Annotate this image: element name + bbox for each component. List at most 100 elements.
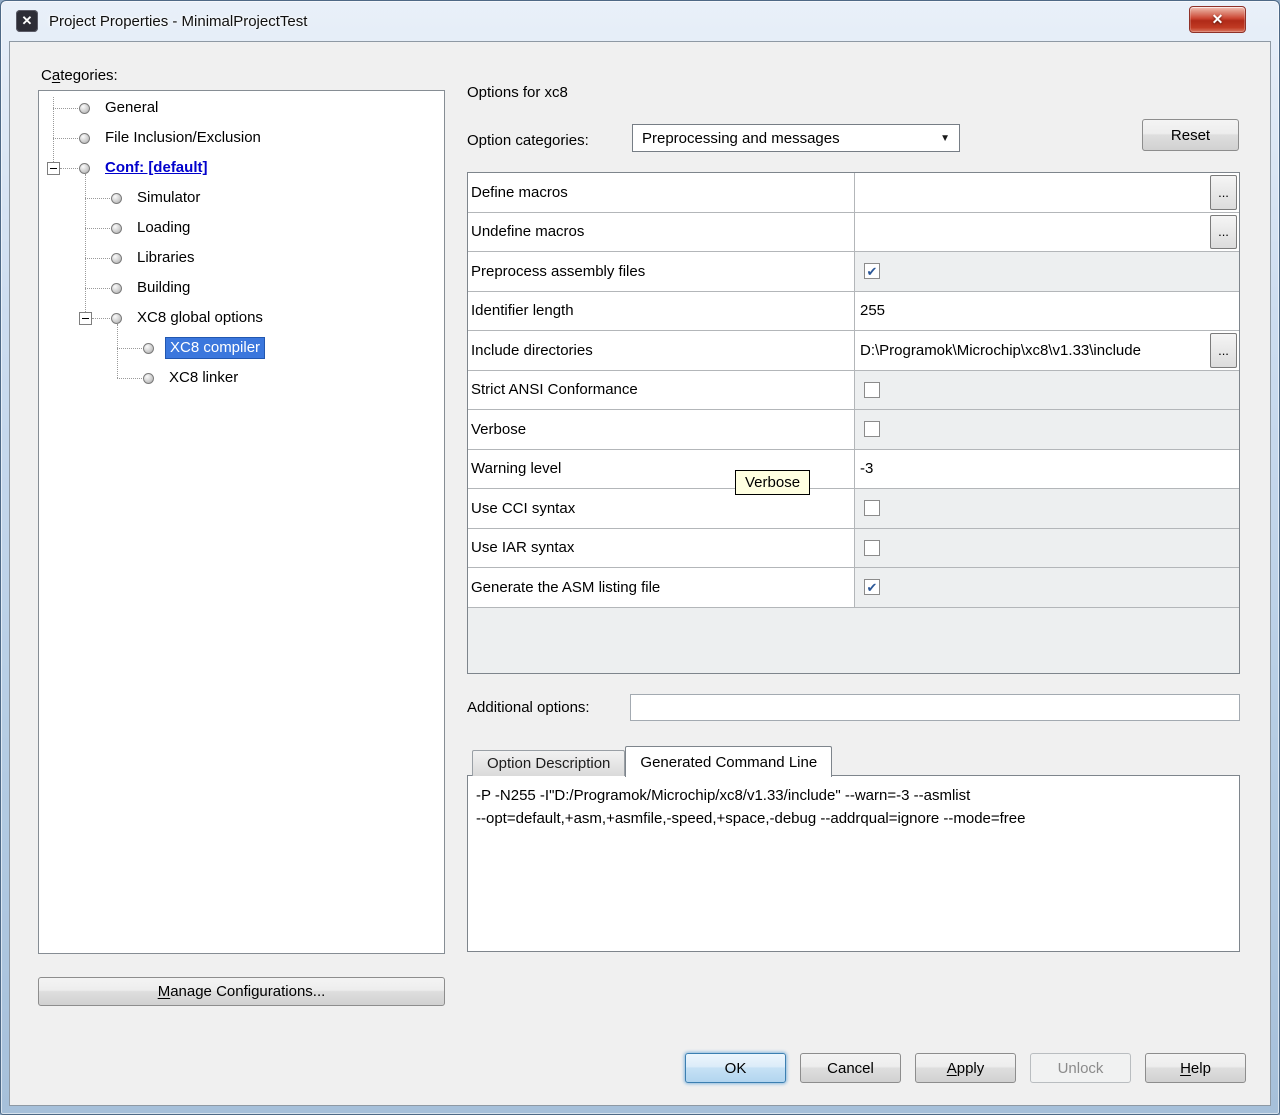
option-row-undefine-macros: Undefine macros... xyxy=(468,212,1239,252)
tree-node-icon xyxy=(79,163,90,174)
option-row-identifier-length: Identifier length 255 xyxy=(468,291,1239,331)
verbose-tooltip: Verbose xyxy=(735,470,811,495)
tree-item-label: Loading xyxy=(137,219,191,237)
app-icon: ✕ xyxy=(16,10,38,32)
manage-configurations-button[interactable]: Manage Configurations... xyxy=(38,977,445,1006)
categories-label: Categories: xyxy=(41,67,118,84)
checkbox-unchecked-icon[interactable] xyxy=(864,381,880,398)
option-value-cell: ✔ xyxy=(855,252,1239,291)
browse-button[interactable]: ... xyxy=(1210,214,1237,249)
option-text-input[interactable]: -3 xyxy=(855,449,1239,488)
cancel-button[interactable]: Cancel xyxy=(800,1053,901,1083)
titlebar[interactable]: ✕ Project Properties - MinimalProjectTes… xyxy=(1,1,1279,41)
tree-item-xc8-global-options[interactable]: XC8 global options xyxy=(39,303,444,333)
option-value-cell: ... xyxy=(855,173,1239,212)
option-row-verbose: Verbose xyxy=(468,410,1239,450)
tree-connector-line xyxy=(117,378,144,379)
help-button[interactable]: Help xyxy=(1145,1053,1246,1083)
tree-item-file-inclusion-exclusion[interactable]: File Inclusion/Exclusion xyxy=(39,123,444,153)
dialog-content: Categories: General File Inclusion/Exclus… xyxy=(9,41,1271,1106)
option-label: Verbose xyxy=(468,410,855,449)
apply-button[interactable]: Apply xyxy=(915,1053,1016,1083)
output-tabs: Option Description Generated Command Line xyxy=(472,745,833,777)
option-row-define-macros: Define macros... xyxy=(468,173,1239,213)
option-text-input[interactable] xyxy=(855,212,1208,251)
command-line-output[interactable]: -P -N255 -I"D:/Programok/Microchip/xc8/v… xyxy=(467,775,1240,952)
browse-button[interactable]: ... xyxy=(1210,333,1237,368)
tree-node-icon xyxy=(143,343,154,354)
tree-item-xc8-linker[interactable]: XC8 linker xyxy=(39,363,444,393)
tree-item-label: General xyxy=(105,99,159,117)
tree-item-label: Building xyxy=(137,279,191,297)
window-title: Project Properties - MinimalProjectTest xyxy=(49,12,308,30)
close-button[interactable]: ✕ xyxy=(1189,6,1246,33)
collapse-toggle-icon[interactable] xyxy=(79,312,92,325)
tree-connector-line xyxy=(117,348,144,349)
tree-node-icon xyxy=(79,103,90,114)
tree-node-icon xyxy=(111,193,122,204)
option-text-input[interactable] xyxy=(855,173,1208,212)
checkbox-unchecked-icon[interactable] xyxy=(864,421,880,438)
additional-options-input[interactable] xyxy=(630,694,1240,721)
option-value-cell: ... xyxy=(855,212,1239,251)
tree-item-loading[interactable]: Loading xyxy=(39,213,444,243)
option-value-cell xyxy=(855,410,1239,449)
option-categories-label: Option categories: xyxy=(467,132,589,149)
tree-item-label: XC8 linker xyxy=(169,369,239,387)
tree-connector-line xyxy=(85,228,112,229)
tree-connector-line xyxy=(85,198,112,199)
categories-tree[interactable]: General File Inclusion/Exclusion Conf: [de… xyxy=(38,90,445,954)
footer-buttons: OK Cancel Apply Unlock Help xyxy=(685,1053,1246,1083)
option-label: Include directories xyxy=(468,331,855,370)
option-text-input[interactable]: D:\Programok\Microchip\xc8\v1.33\include xyxy=(855,331,1208,370)
unlock-button[interactable]: Unlock xyxy=(1030,1053,1131,1083)
tree-item-label: Libraries xyxy=(137,249,195,267)
project-properties-dialog: ✕ Project Properties - MinimalProjectTes… xyxy=(0,0,1280,1115)
option-label: Generate the ASM listing file xyxy=(468,568,855,607)
options-table: Define macros... Undefine macros... Prepro… xyxy=(467,172,1240,674)
option-row-include-directories: Include directories D:\Programok\Microchi… xyxy=(468,331,1239,371)
option-row-warning-level: Warning level -3 xyxy=(468,449,1239,489)
tree-item-xc8-compiler[interactable]: XC8 compiler xyxy=(39,333,444,363)
checkbox-checked-icon[interactable]: ✔ xyxy=(864,579,880,596)
option-row-generate-the-asm-listing-file: Generate the ASM listing file ✔ xyxy=(468,568,1239,608)
reset-button[interactable]: Reset xyxy=(1142,119,1239,151)
additional-options-label: Additional options: xyxy=(467,699,590,716)
tree-node-icon xyxy=(111,253,122,264)
collapse-toggle-icon[interactable] xyxy=(47,162,60,175)
tree-node-icon xyxy=(143,373,154,384)
option-row-strict-ansi-conformance: Strict ANSI Conformance xyxy=(468,370,1239,410)
command-line-text: --opt=default,+asm,+asmfile,-speed,+spac… xyxy=(476,810,1026,827)
option-label: Identifier length xyxy=(468,291,855,330)
tab-generated-command-line[interactable]: Generated Command Line xyxy=(625,746,833,777)
tree-item-simulator[interactable]: Simulator xyxy=(39,183,444,213)
dropdown-selected-value: Preprocessing and messages xyxy=(642,129,840,147)
option-label: Undefine macros xyxy=(468,212,855,251)
option-text-input[interactable]: 255 xyxy=(855,291,1239,330)
tree-connector-line xyxy=(92,318,112,319)
option-value-cell: 255 xyxy=(855,291,1239,330)
checkbox-unchecked-icon[interactable] xyxy=(864,500,880,517)
tree-item-label: File Inclusion/Exclusion xyxy=(105,129,261,147)
tree-item-label: XC8 global options xyxy=(137,309,263,327)
option-row-use-cci-syntax: Use CCI syntax xyxy=(468,489,1239,529)
tree-connector-line xyxy=(60,168,80,169)
tree-item-label: XC8 compiler xyxy=(165,337,266,360)
option-row-preprocess-assembly-files: Preprocess assembly files ✔ xyxy=(468,252,1239,292)
browse-button[interactable]: ... xyxy=(1210,175,1237,210)
options-heading: Options for xc8 xyxy=(467,84,568,101)
tab-option-description[interactable]: Option Description xyxy=(472,750,626,776)
tree-item-general[interactable]: General xyxy=(39,93,444,123)
option-categories-dropdown[interactable]: Preprocessing and messages ▼ xyxy=(632,124,960,152)
tree-item-building[interactable]: Building xyxy=(39,273,444,303)
tree-connector-line xyxy=(85,288,112,289)
checkbox-unchecked-icon[interactable] xyxy=(864,539,880,556)
option-value-cell: D:\Programok\Microchip\xc8\v1.33\include… xyxy=(855,331,1239,370)
ok-button[interactable]: OK xyxy=(685,1053,786,1083)
checkbox-checked-icon[interactable]: ✔ xyxy=(864,263,880,280)
tree-connector-line xyxy=(85,258,112,259)
tree-item-label: Simulator xyxy=(137,189,201,207)
tree-item-conf-default[interactable]: Conf: [default] xyxy=(39,153,444,183)
tree-item-libraries[interactable]: Libraries xyxy=(39,243,444,273)
tree-item-label: Conf: [default] xyxy=(105,159,208,177)
